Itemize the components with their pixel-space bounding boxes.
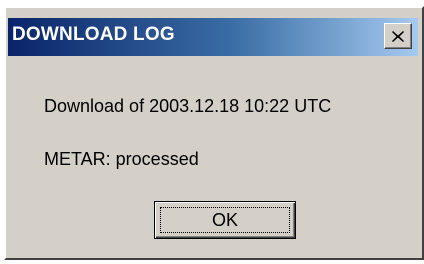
metar-status-message: METAR: processed	[44, 149, 199, 169]
window-title: DOWNLOAD LOG	[12, 24, 175, 45]
title-bar: DOWNLOAD LOG	[8, 18, 418, 56]
ok-button[interactable]: OK	[154, 201, 296, 239]
ok-button-label: OK	[211, 209, 238, 230]
close-button[interactable]	[384, 23, 412, 49]
download-message: Download of 2003.12.18 10:22 UTC	[44, 96, 332, 116]
close-icon	[392, 30, 404, 42]
download-log-dialog: DOWNLOAD LOG Download of 2003.12.18 10:2…	[4, 6, 424, 260]
